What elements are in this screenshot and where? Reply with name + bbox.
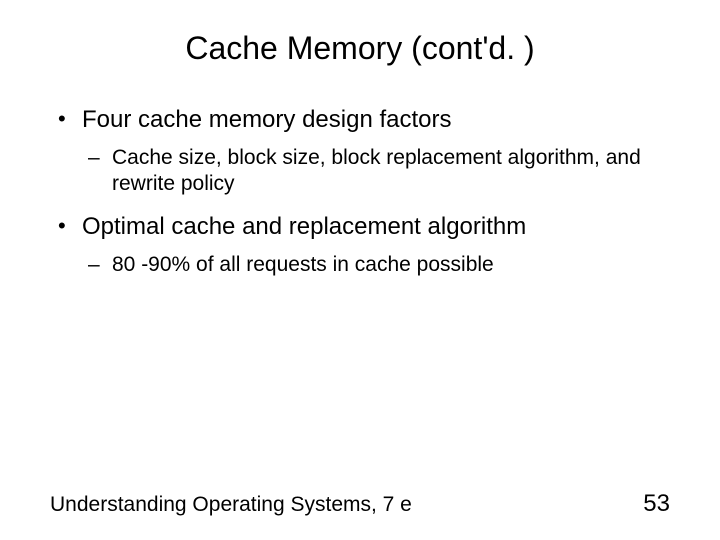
sub-bullet-item: Cache size, block size, block replacemen… (82, 145, 670, 198)
sub-bullet-list: 80 -90% of all requests in cache possibl… (82, 252, 670, 278)
bullet-text: Four cache memory design factors (82, 106, 451, 133)
bullet-item: Four cache memory design factors Cache s… (50, 105, 670, 198)
bullet-list: Four cache memory design factors Cache s… (50, 105, 670, 278)
slide: Cache Memory (cont'd. ) Four cache memor… (0, 0, 720, 540)
bullet-text: Optimal cache and replacement algorithm (82, 213, 526, 240)
slide-title: Cache Memory (cont'd. ) (50, 30, 670, 67)
page-number: 53 (643, 490, 670, 518)
slide-footer: Understanding Operating Systems, 7 e 53 (50, 490, 670, 518)
bullet-item: Optimal cache and replacement algorithm … (50, 212, 670, 278)
sub-bullet-item: 80 -90% of all requests in cache possibl… (82, 252, 670, 278)
sub-bullet-list: Cache size, block size, block replacemen… (82, 145, 670, 198)
footer-source: Understanding Operating Systems, 7 e (50, 493, 412, 517)
slide-content: Four cache memory design factors Cache s… (50, 105, 670, 278)
